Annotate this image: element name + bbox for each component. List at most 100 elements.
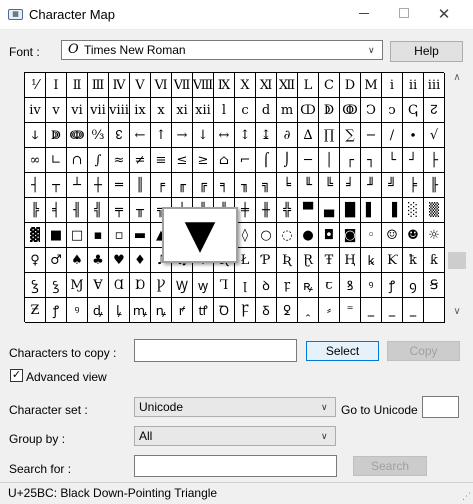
character-cell[interactable]: ■ (46, 223, 67, 248)
character-cell[interactable]: ╠ (25, 198, 46, 223)
character-cell[interactable]: Ⅶ (172, 73, 193, 98)
character-cell[interactable]: Ⅼ (298, 73, 319, 98)
character-cell[interactable]: ▫ (109, 223, 130, 248)
character-cell[interactable]: ⅶ (88, 98, 109, 123)
character-cell[interactable]: ◦ (361, 223, 382, 248)
character-cell[interactable]: ╓ (172, 173, 193, 198)
character-cell[interactable]: ▪ (88, 223, 109, 248)
character-cell[interactable]: ∞ (25, 148, 46, 173)
character-cell[interactable]: ⅷ (109, 98, 130, 123)
character-cell[interactable]: ╜ (361, 173, 382, 198)
character-cell[interactable]: Ɐ (88, 273, 109, 298)
character-set-select[interactable]: Unicode ∨ (134, 397, 336, 417)
character-cell[interactable]: ♂ (46, 248, 67, 273)
character-cell[interactable]: Ⅸ (214, 73, 235, 98)
character-cell[interactable]: ⌂ (214, 148, 235, 173)
character-cell[interactable]: ╛ (340, 173, 361, 198)
character-cell[interactable]: ╚ (319, 173, 340, 198)
scroll-up-icon[interactable]: ∧ (446, 72, 468, 88)
character-cell[interactable]: Ⅴ (130, 73, 151, 98)
character-cell[interactable]: → (172, 123, 193, 148)
character-cell[interactable]: ╟ (424, 173, 445, 198)
character-cell[interactable]: ╗ (256, 173, 277, 198)
character-cell[interactable]: │ (319, 148, 340, 173)
character-cell[interactable]: ╖ (235, 173, 256, 198)
scrollbar-thumb[interactable] (448, 252, 466, 269)
character-cell[interactable]: ꝡ (193, 273, 214, 298)
help-button[interactable]: Help (390, 41, 463, 62)
character-cell[interactable]: Ⅵ (151, 73, 172, 98)
character-cell[interactable]: √ (424, 123, 445, 148)
character-cell[interactable]: Ʀ (277, 248, 298, 273)
character-cell[interactable]: ≈ (109, 148, 130, 173)
character-cell[interactable]: ↅ (403, 98, 424, 123)
character-cell[interactable]: ꝭ (382, 273, 403, 298)
character-cell[interactable]: Ƥ (256, 248, 277, 273)
font-select[interactable]: O Times New Roman ∨ (61, 40, 383, 60)
character-cell[interactable]: − (361, 123, 382, 148)
character-cell[interactable]: Ⅲ (88, 73, 109, 98)
character-cell[interactable]: Ꞁ (214, 273, 235, 298)
character-cell[interactable]: Ɱ (67, 273, 88, 298)
character-cell[interactable] (424, 298, 445, 323)
character-cell[interactable]: ⅱ (403, 73, 424, 98)
character-cell[interactable]: ⌡ (277, 148, 298, 173)
character-cell[interactable]: ┬ (46, 173, 67, 198)
character-cell[interactable]: ╙ (298, 173, 319, 198)
character-cell[interactable]: ꝵ (172, 298, 193, 323)
character-cell[interactable]: ↔ (214, 123, 235, 148)
character-cell[interactable]: Ł (235, 248, 256, 273)
character-cell[interactable]: Ꞩ (424, 273, 445, 298)
character-cell[interactable]: ♥ (109, 248, 130, 273)
character-cell[interactable]: Ꝣ (25, 273, 46, 298)
character-cell[interactable]: Ⅰ (46, 73, 67, 98)
character-cell[interactable]: ꝱ (88, 298, 109, 323)
character-cell[interactable]: ┴ (67, 173, 88, 198)
character-cell[interactable]: ⅳ (25, 98, 46, 123)
character-cell[interactable]: Ⅹ (235, 73, 256, 98)
character-cell[interactable]: ╤ (109, 198, 130, 223)
character-cell[interactable]: ⅿ (277, 98, 298, 123)
character-cell[interactable]: ƙ (424, 248, 445, 273)
character-cell[interactable]: ⅻ (193, 98, 214, 123)
character-cell[interactable]: Ⅺ (256, 73, 277, 98)
character-cell[interactable]: ≠ (130, 148, 151, 173)
character-cell[interactable]: ┼ (88, 173, 109, 198)
character-cell[interactable]: ↕ (235, 123, 256, 148)
character-cell[interactable]: ⅹ (151, 98, 172, 123)
character-cell[interactable]: ↄ (382, 98, 403, 123)
character-cell[interactable]: Ꝼ (235, 298, 256, 323)
character-cell[interactable]: ═ (109, 173, 130, 198)
character-cell[interactable]: ╞ (403, 173, 424, 198)
character-cell[interactable]: ꞈ (298, 298, 319, 323)
character-cell[interactable]: Ɽ (298, 248, 319, 273)
select-button[interactable]: Select (306, 341, 379, 361)
character-cell[interactable]: Ŧ (319, 248, 340, 273)
character-cell[interactable]: ꞁ (235, 273, 256, 298)
character-cell[interactable]: ╢ (67, 198, 88, 223)
character-cell[interactable]: ⅽ (235, 98, 256, 123)
character-cell[interactable]: ⌐ (235, 148, 256, 173)
character-cell[interactable]: └ (382, 148, 403, 173)
character-cell[interactable]: ꝁ (403, 248, 424, 273)
character-cell[interactable]: ↇ (46, 123, 67, 148)
character-cell[interactable]: ◙ (340, 223, 361, 248)
character-cell[interactable]: ○ (256, 223, 277, 248)
character-cell[interactable]: Ⅽ (319, 73, 340, 98)
character-cell[interactable]: ─ (298, 148, 319, 173)
character-cell[interactable]: Ⅱ (67, 73, 88, 98)
character-cell[interactable]: ꝲ (109, 298, 130, 323)
character-cell[interactable]: ꝰ (67, 298, 88, 323)
character-cell[interactable]: Ƶ (25, 298, 46, 323)
character-cell[interactable]: ◌ (277, 223, 298, 248)
character-cell[interactable]: ╘ (277, 173, 298, 198)
character-cell[interactable]: ‗ (382, 298, 403, 323)
character-cell[interactable]: ↨ (256, 123, 277, 148)
character-cell[interactable]: ╡ (46, 198, 67, 223)
character-cell[interactable]: ꝣ (46, 273, 67, 298)
character-cell[interactable]: ⅼ (214, 98, 235, 123)
character-cell[interactable]: ꝯ (403, 273, 424, 298)
character-cell[interactable]: ╔ (193, 173, 214, 198)
character-cell[interactable]: ╣ (88, 198, 109, 223)
character-cell[interactable]: ‗ (403, 298, 424, 323)
